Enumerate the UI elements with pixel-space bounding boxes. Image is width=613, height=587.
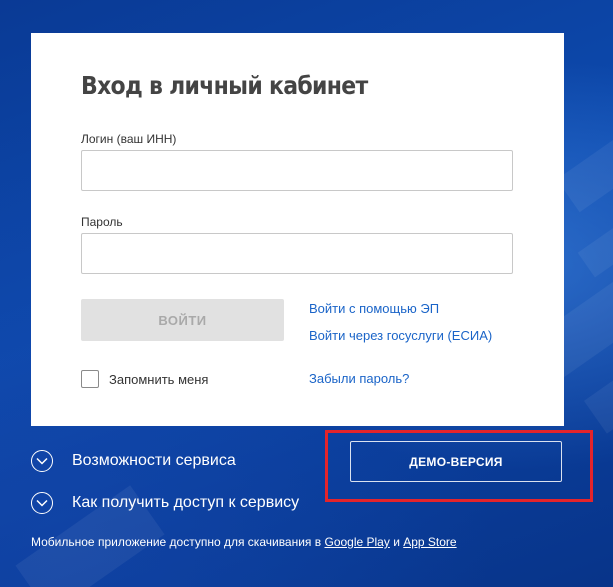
password-input[interactable] — [81, 233, 513, 274]
google-play-link[interactable]: Google Play — [324, 535, 389, 549]
login-label: Логин (ваш ИНН) — [81, 132, 177, 146]
remember-checkbox[interactable] — [81, 370, 99, 388]
chevron-down-icon — [31, 450, 53, 472]
background-shard — [556, 127, 613, 213]
background-shard — [577, 212, 613, 278]
login-button[interactable]: ВОЙТИ — [81, 299, 284, 341]
app-store-link[interactable]: App Store — [403, 535, 456, 549]
login-card: Вход в личный кабинет Логин (ваш ИНН) Па… — [31, 33, 564, 426]
footer-and: и — [389, 535, 404, 549]
access-toggle[interactable]: Как получить доступ к сервису — [31, 492, 299, 514]
password-label: Пароль — [81, 215, 123, 229]
demo-version-button[interactable]: ДЕМО-ВЕРСИЯ — [350, 441, 562, 482]
background-shard — [583, 366, 613, 434]
remember-label: Запомнить меня — [109, 372, 209, 387]
features-toggle[interactable]: Возможности сервиса — [31, 450, 236, 472]
login-esia-link[interactable]: Войти через госуслуги (ЕСИА) — [309, 328, 492, 343]
features-label: Возможности сервиса — [72, 452, 236, 469]
forgot-password-link[interactable]: Забыли пароль? — [309, 371, 409, 386]
footer-text: Мобильное приложение доступно для скачив… — [31, 535, 325, 549]
chevron-down-icon — [31, 492, 53, 514]
login-input[interactable] — [81, 150, 513, 191]
login-ep-link[interactable]: Войти с помощью ЭП — [309, 301, 439, 316]
access-label: Как получить доступ к сервису — [72, 494, 300, 511]
mobile-app-notice: Мобильное приложение доступно для скачив… — [31, 535, 457, 549]
page-title: Вход в личный кабинет — [81, 71, 368, 100]
